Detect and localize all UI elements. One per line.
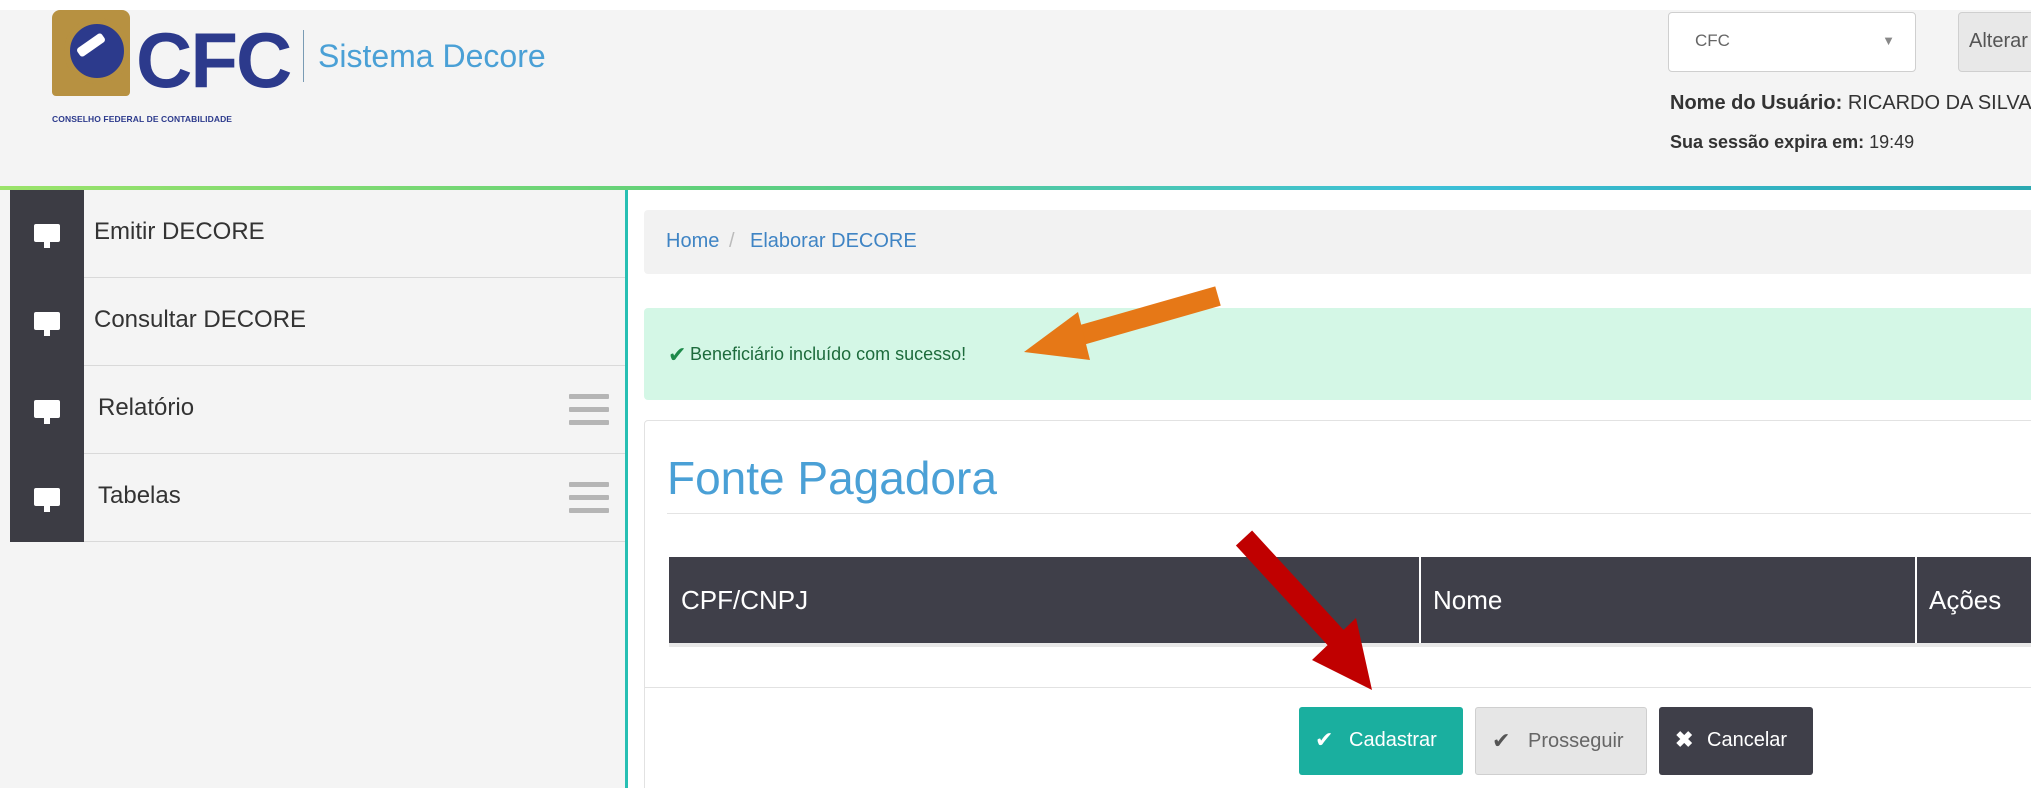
cancelar-button[interactable]: ✖ Cancelar bbox=[1659, 707, 1813, 775]
organization-select[interactable]: CFC ▼ bbox=[1668, 12, 1916, 72]
caret-down-icon: ▼ bbox=[1882, 33, 1895, 48]
success-alert: ✔ Beneficiário incluído com sucesso! bbox=[644, 308, 2031, 400]
main-content: Home / Elaborar DECORE ✔ Beneficiário in… bbox=[628, 190, 2031, 788]
column-header-label: Ações bbox=[1929, 585, 2002, 615]
cadastrar-button-label: Cadastrar bbox=[1349, 729, 1437, 751]
breadcrumb-home-link[interactable]: Home bbox=[666, 230, 719, 253]
cfc-logo-mark-icon bbox=[52, 10, 130, 96]
sidebar-item-consultar-decore[interactable]: Consultar DECORE bbox=[10, 278, 625, 366]
breadcrumb-current-link[interactable]: Elaborar DECORE bbox=[750, 230, 917, 253]
hamburger-menu-icon[interactable] bbox=[569, 482, 609, 514]
sidebar-icon-box bbox=[10, 454, 84, 542]
sidebar-icon-box bbox=[10, 190, 84, 278]
sidebar-item-label: Tabelas bbox=[98, 482, 181, 509]
table-body-empty bbox=[669, 643, 2031, 647]
sidebar-item-label: Relatório bbox=[98, 394, 195, 421]
cadastrar-button[interactable]: ✔ Cadastrar bbox=[1299, 707, 1463, 775]
session-info: Sua sessão expira em: 19:49 bbox=[1670, 132, 1914, 153]
monitor-icon bbox=[34, 400, 60, 424]
sidebar: Emitir DECORE Consultar DECORE Relatório… bbox=[0, 190, 628, 788]
cancelar-button-label: Cancelar bbox=[1707, 729, 1788, 751]
column-header-label: CPF/CNPJ bbox=[681, 585, 809, 615]
panel-footer-divider bbox=[645, 687, 2031, 688]
check-icon: ✔ bbox=[1492, 728, 1511, 753]
column-header-acoes: Ações bbox=[1917, 557, 2031, 643]
sidebar-item-label: Emitir DECORE bbox=[94, 218, 265, 245]
cfc-logo[interactable]: CFC CONSELHO FEDERAL DE CONTABILIDADE bbox=[50, 10, 292, 128]
sidebar-item-tabelas[interactable]: Tabelas bbox=[10, 454, 625, 542]
system-name: Sistema Decore bbox=[318, 38, 546, 74]
sidebar-icon-box bbox=[10, 366, 84, 454]
hamburger-menu-icon[interactable] bbox=[569, 394, 609, 426]
header-divider bbox=[303, 30, 304, 82]
header-top-strip bbox=[0, 0, 2031, 10]
column-header-nome[interactable]: Nome bbox=[1421, 557, 1917, 643]
sidebar-icon-box bbox=[10, 278, 84, 366]
breadcrumb: Home / Elaborar DECORE bbox=[644, 210, 2031, 274]
check-icon: ✔ bbox=[1315, 727, 1334, 752]
sidebar-item-relatorio[interactable]: Relatório bbox=[10, 366, 625, 454]
column-header-cpf-cnpj[interactable]: CPF/CNPJ bbox=[669, 557, 1421, 643]
monitor-icon bbox=[34, 488, 60, 512]
alterar-button-label: Alterar bbox=[1969, 30, 2028, 52]
monitor-icon bbox=[34, 312, 60, 336]
sidebar-item-emitir-decore[interactable]: Emitir DECORE bbox=[10, 190, 625, 278]
organization-select-value: CFC bbox=[1695, 31, 1730, 50]
column-header-label: Nome bbox=[1433, 585, 1503, 615]
logo-text: CFC bbox=[136, 16, 292, 104]
user-value: RICARDO DA SILVA bbox=[1847, 92, 2031, 114]
check-icon: ✔ bbox=[668, 342, 687, 367]
user-info: Nome do Usuário: RICARDO DA SILVA bbox=[1670, 92, 2031, 115]
prosseguir-button[interactable]: ✔ Prosseguir bbox=[1475, 707, 1647, 775]
panel-title: Fonte Pagadora bbox=[667, 452, 997, 504]
prosseguir-button-label: Prosseguir bbox=[1528, 730, 1624, 752]
breadcrumb-separator: / bbox=[729, 230, 735, 252]
close-icon: ✖ bbox=[1675, 727, 1694, 752]
user-label: Nome do Usuário: bbox=[1670, 92, 1843, 114]
app-header: CFC CONSELHO FEDERAL DE CONTABILIDADE Si… bbox=[0, 0, 2031, 188]
monitor-icon bbox=[34, 224, 60, 248]
session-label: Sua sessão expira em: bbox=[1670, 132, 1865, 152]
panel-title-divider bbox=[667, 513, 2031, 514]
alterar-button[interactable]: Alterar bbox=[1958, 12, 2031, 72]
sidebar-item-label: Consultar DECORE bbox=[94, 306, 307, 333]
success-alert-message: Beneficiário incluído com sucesso! bbox=[690, 344, 967, 364]
fonte-pagadora-panel: Fonte Pagadora CPF/CNPJ Nome Ações ✔ Cad… bbox=[644, 420, 2031, 788]
logo-subtitle: CONSELHO FEDERAL DE CONTABILIDADE bbox=[52, 114, 233, 124]
session-value: 19:49 bbox=[1869, 132, 1915, 152]
table-header: CPF/CNPJ Nome Ações bbox=[669, 557, 2031, 643]
